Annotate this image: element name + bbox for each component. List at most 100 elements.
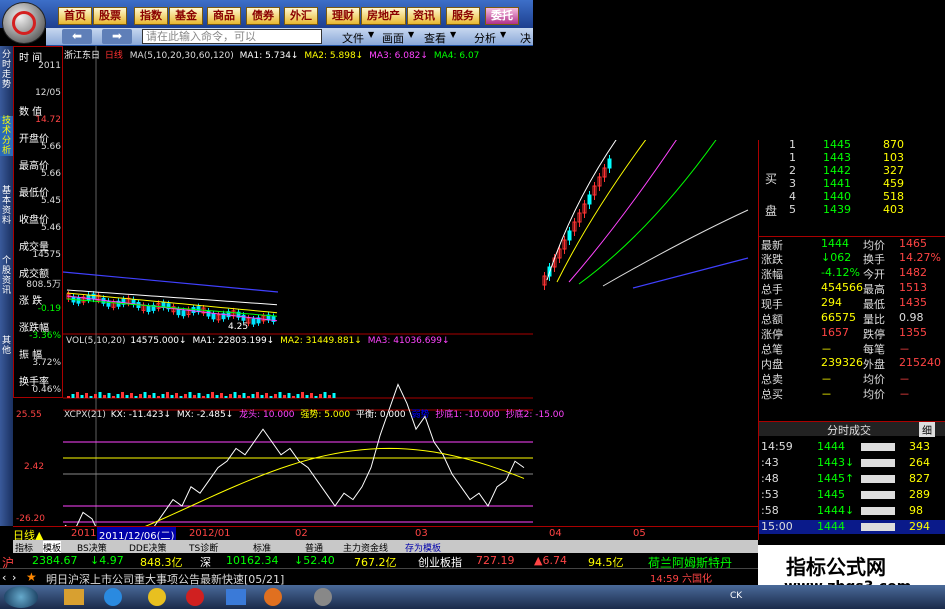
date-label: 02 [295, 528, 308, 539]
date-label: 04 [549, 528, 562, 539]
volume-bar [260, 395, 264, 398]
chevron-right-icon[interactable]: › [12, 571, 16, 584]
stat-v: － [821, 373, 832, 386]
date-label: 2011 [71, 528, 97, 539]
menu-check[interactable]: 查看 [424, 30, 446, 46]
menu-4[interactable]: 商品 [207, 7, 241, 25]
cy-index: 727.19 [476, 554, 515, 567]
menu-3[interactable]: 基金 [169, 7, 203, 25]
xcpx-scale-bottom: -26.20 [16, 514, 46, 524]
tick-row: 15:00 1444 294 [759, 520, 945, 534]
stat-v: － [821, 343, 832, 356]
ma-line [66, 295, 278, 322]
menu-7[interactable]: 理财 [326, 7, 360, 25]
bid-level: 5 [789, 203, 796, 216]
vol-ma2: MA2: 31449.881↓ [280, 336, 362, 346]
stat-l: 涨幅 [761, 268, 783, 281]
window-icon[interactable] [226, 589, 246, 605]
stat-row: 涨停 1657 跌停 1355 [759, 326, 945, 341]
info-value: -3.36% [29, 331, 61, 341]
menu-1[interactable]: 股票 [93, 7, 127, 25]
volume-bar [220, 393, 223, 398]
stat-v2: 14.27% [899, 251, 941, 264]
volume-bar [265, 393, 268, 398]
news-ticker: ‹ › ★ 明日沪深上市公司重大事项公告最新快速[05/21] 14:59 六国… [0, 568, 760, 586]
stat-v2: 1435 [899, 296, 927, 309]
forward-icon[interactable]: ➡ [102, 29, 132, 44]
back-icon[interactable]: ⬅ [62, 29, 92, 44]
bid-level: 1 [789, 138, 796, 151]
ma-line-long [63, 271, 279, 293]
volume-bar [301, 392, 304, 398]
tick-bar [861, 491, 895, 499]
stat-l2: 跌停 [863, 328, 885, 341]
tick-p: 1444 [817, 440, 845, 453]
tick-bar [861, 475, 895, 483]
volume-bar [179, 396, 183, 398]
sz-change: ↓52.40 [294, 554, 335, 567]
menu-view[interactable]: 画面 [382, 30, 404, 46]
folder-icon[interactable] [64, 589, 84, 605]
tab-other[interactable]: 其他 [0, 336, 13, 356]
tab-fundamentals[interactable]: 基本资料 [0, 186, 13, 226]
volume-bar [152, 393, 156, 398]
volume-bar [197, 393, 201, 398]
stat-v2: 1513 [899, 281, 927, 294]
tab-news[interactable]: 个股资讯 [0, 256, 13, 296]
app-icon[interactable] [314, 588, 332, 606]
start-button[interactable] [4, 586, 38, 608]
stat-l: 总手 [761, 283, 783, 296]
info-value: 5.66 [40, 169, 61, 179]
main-chart[interactable] [63, 46, 533, 526]
volume-bar [287, 393, 291, 398]
volume-bar [188, 392, 192, 398]
chat-icon[interactable] [148, 588, 166, 606]
menu-file[interactable]: 文件 [342, 30, 364, 46]
stat-row: 现手 294 最低 1435 [759, 296, 945, 311]
menu-2[interactable]: 指数 [134, 7, 168, 25]
stat-l2: 最低 [863, 298, 885, 311]
command-input[interactable]: 请在此输入命令，可以 [142, 29, 322, 44]
app-icon[interactable] [186, 588, 204, 606]
menu-8[interactable]: 房地产 [361, 7, 406, 25]
vol-params: VOL(5,10,20) [66, 336, 126, 346]
bid-row: 1 1443 103 [759, 151, 945, 165]
tick-detail-tab[interactable]: 细 [919, 422, 935, 437]
kx-line [64, 383, 525, 526]
bid-price: 1443 [823, 151, 851, 164]
period-label[interactable]: 日线 [105, 51, 123, 61]
left-tab-strip: 分时走势 技术分析 基本资料 个股资讯 其他 [0, 46, 13, 526]
menu-analysis[interactable]: 分析 [474, 30, 496, 46]
stat-v: 66575 [821, 311, 856, 324]
menu-5[interactable]: 债券 [246, 7, 280, 25]
menu-10[interactable]: 服务 [446, 7, 480, 25]
menu-9[interactable]: 资讯 [407, 7, 441, 25]
browser-icon[interactable] [104, 588, 122, 606]
ma2-value: MA2: 5.898↓ [304, 51, 364, 61]
menu-6[interactable]: 外汇 [284, 7, 318, 25]
stock-name: 浙江东日 [64, 51, 101, 61]
bid-price: 1439 [823, 203, 851, 216]
tick-row: :53 1445 289 [759, 488, 945, 502]
tick-v: 289 [909, 488, 930, 501]
menu-11[interactable]: 委托 [485, 7, 519, 25]
menu-0[interactable]: 首页 [58, 7, 92, 25]
info-value: 2011 [38, 61, 61, 71]
stat-row: 内盘 239326 外盘 215240 [759, 356, 945, 371]
volume-bar [184, 394, 187, 398]
volume-bar [166, 392, 169, 398]
volume-bar [116, 394, 120, 398]
tab-technical[interactable]: 技术分析 [0, 116, 13, 156]
app-icon[interactable] [264, 588, 282, 606]
sh-change: ↓4.97 [90, 554, 124, 567]
tab-intraday[interactable]: 分时走势 [0, 50, 13, 90]
ma3-value: MA3: 6.082↓ [369, 51, 428, 61]
chevron-left-icon[interactable]: ‹ [2, 571, 6, 584]
volume-bar [161, 394, 165, 398]
stat-v: ↓062 [821, 251, 852, 264]
chart-right-section[interactable] [533, 140, 758, 526]
volume-bar [278, 392, 282, 398]
app-logo[interactable] [2, 2, 46, 44]
menu-decision[interactable]: 决 [520, 30, 531, 46]
tick-bar [861, 523, 895, 531]
